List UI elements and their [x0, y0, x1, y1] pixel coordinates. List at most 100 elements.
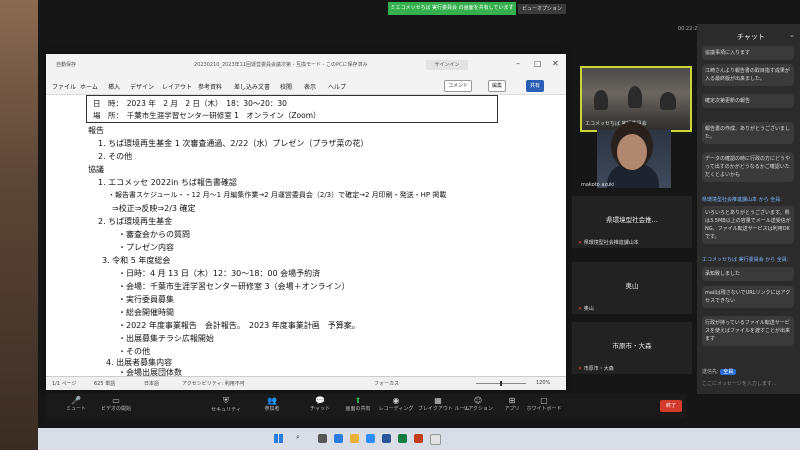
zoom-app-icon[interactable]: [366, 434, 375, 443]
autosave-toggle[interactable]: 自動保存: [56, 61, 76, 68]
video-tile-makoto[interactable]: makoto azuki: [581, 130, 671, 188]
doc-line: 協議: [88, 165, 104, 174]
edit-mode-button[interactable]: 編集: [488, 80, 507, 92]
chat-message: 協議事項に入ります: [702, 46, 794, 60]
chat-message: データの確認の時に行政の方にどうやって出すのかがどうなるかご確認いただくとよいか…: [702, 152, 794, 182]
participant-figure: [628, 86, 642, 108]
doc-line: 報告: [88, 126, 104, 135]
signin-button[interactable]: サインイン: [426, 60, 468, 70]
explorer-icon[interactable]: [350, 434, 359, 443]
chat-recipient[interactable]: 送信先: 全員: [702, 368, 737, 375]
doc-line: ・出展募集チラシ広報開始: [118, 334, 214, 343]
doc-line: ・会場：千葉市生涯学習センター研修室 3（会場＋オンライン）: [118, 282, 350, 291]
share-screen-button[interactable]: ⬆ 画面の共有: [338, 396, 378, 412]
datetime-row: 日 時： 2023 年 2 月 2 日（木） 18：30～20：30: [93, 99, 287, 108]
search-icon[interactable]: ⌕: [296, 433, 300, 442]
excel-app-icon[interactable]: [398, 434, 407, 443]
meeting-info-table: 日 時： 2023 年 2 月 2 日（木） 18：30～20：30 場 所： …: [86, 95, 498, 123]
shield-icon: ⛨: [223, 396, 229, 405]
chat-sender: エコメッセちば 実行委員会 から 全員:: [702, 257, 789, 263]
doc-line: 1. ちば環境再生基金 1 次審査通過、2/22（水）プレゼン（プラザ菜の花）: [98, 139, 369, 148]
chat-button[interactable]: 💬 チャット: [300, 396, 340, 412]
task-view-icon[interactable]: [318, 434, 327, 443]
document-title: 20230210_2023年11回運営委員会議次第 - 互換モード - このPC…: [194, 62, 368, 68]
chat-message: 報告書の作成、ありがとうございました。: [702, 122, 794, 144]
participant-tile-yamamoto[interactable]: 県環境型社会推... ✕ 県環境型社会推進課山本: [572, 196, 692, 248]
meeting-toolbar: 🎤 ミュート ▭ ビデオの開始 ⛨ セキュリティ 👥 参加者 💬 チャット ⬆ 画面の共有 …: [46, 394, 686, 418]
chat-message: mailは残さないでURLリンクにはアクセスできない: [702, 286, 794, 308]
share-screen-icon: ⬆: [354, 396, 362, 405]
mute-button[interactable]: 🎤 ミュート: [56, 396, 96, 412]
powerpoint-app-icon[interactable]: [414, 434, 423, 443]
view-option-button[interactable]: ビューオプション: [518, 4, 566, 14]
chat-panel: チャット ⌄ 協議事項に入ります 江崎さんより報告書の取目指す成果が入る最終版が…: [697, 24, 800, 394]
participant-name: ✕ 奥山: [578, 306, 594, 312]
close-icon[interactable]: ✕: [552, 59, 559, 68]
tab-help[interactable]: ヘルプ: [328, 82, 346, 91]
accessibility[interactable]: アクセシビリティ: 利用不可: [182, 380, 245, 387]
tab-view[interactable]: 表示: [304, 82, 316, 91]
chat-message: 行政が持っているファイル転送サービスを使えばファイルを渡すことが出来ます: [702, 316, 794, 346]
participant-name: makoto azuki: [581, 182, 615, 188]
tab-home[interactable]: ホーム: [80, 82, 98, 91]
record-button[interactable]: ◉ レコーディング: [376, 396, 416, 412]
page-count[interactable]: 1/1 ページ: [52, 380, 77, 387]
word-statusbar: 1/1 ページ 625 単語 日本語 アクセシビリティ: 利用不可 フォーカス …: [46, 376, 566, 390]
tab-insert[interactable]: 挿入: [108, 82, 120, 91]
microphone-icon: 🎤: [71, 396, 81, 405]
security-button[interactable]: ⛨ セキュリティ: [206, 396, 246, 413]
tab-layout[interactable]: レイアウト: [162, 82, 192, 91]
focus-mode[interactable]: フォーカス: [374, 380, 399, 387]
document-page[interactable]: 日 時： 2023 年 2 月 2 日（木） 18：30～20：30 場 所： …: [46, 95, 566, 376]
tab-references[interactable]: 参考資料: [198, 82, 222, 91]
zoom-level[interactable]: 120%: [536, 380, 550, 386]
participant-big-name: 県環境型社会推...: [606, 216, 658, 224]
windows-start-icon[interactable]: [274, 434, 283, 443]
whiteboard-button[interactable]: ▢ ホワイトボード: [524, 396, 564, 412]
chat-message: 江崎さんより報告書の取目指す成果が入る最終版が出来ました。: [702, 64, 794, 86]
participant-tile-okuyama[interactable]: 奥山 ✕ 奥山: [572, 262, 692, 314]
chrome-icon[interactable]: [430, 434, 441, 445]
recipient-dropdown[interactable]: 全員: [720, 369, 737, 375]
end-meeting-button[interactable]: 終了: [660, 400, 682, 412]
doc-line: ・会場出展団体数: [118, 368, 182, 376]
tab-mailings[interactable]: 差し込み文書: [234, 82, 270, 91]
doc-line: ・2022 年度事業報告 会計報告。 2023 年度事業計画 予算案。: [118, 321, 360, 330]
chat-message: 確定次第更新の報告: [702, 94, 794, 108]
whiteboard-icon: ▢: [540, 396, 548, 405]
participant-name: エコメッセちば 実行委員会: [585, 121, 647, 127]
video-tile-venue[interactable]: エコメッセちば 実行委員会: [580, 66, 692, 132]
tab-file[interactable]: ファイル: [52, 82, 76, 91]
mic-muted-icon: ✕: [578, 366, 583, 372]
chat-message: 承知致しました: [702, 267, 794, 281]
share-button[interactable]: 共有: [526, 80, 545, 92]
close-icon[interactable]: ⌄: [789, 31, 795, 39]
record-icon: ◉: [392, 396, 400, 405]
word-count[interactable]: 625 単語: [94, 380, 115, 387]
word-app-icon[interactable]: [382, 434, 391, 443]
maximize-icon[interactable]: □: [534, 59, 542, 68]
participant-face: [617, 134, 647, 170]
doc-line: 3. 令和 5 年度総会: [102, 256, 171, 265]
zoom-slider[interactable]: [476, 381, 526, 386]
participant-figure: [660, 92, 676, 110]
language[interactable]: 日本語: [144, 380, 159, 387]
participant-big-name: 市原市・大森: [612, 342, 652, 350]
participant-figure: [594, 90, 608, 110]
doc-line: ・実行委員募集: [118, 295, 174, 304]
doc-line: ・プレゼン内容: [118, 243, 174, 252]
minimize-icon[interactable]: –: [516, 59, 520, 68]
doc-line: ・その他: [118, 347, 150, 356]
participant-tile-ichihara[interactable]: 市原市・大森 ✕ 市原市・大森: [572, 322, 692, 374]
comment-button[interactable]: コメント: [444, 80, 473, 92]
participants-button[interactable]: 👥 参加者: [252, 396, 292, 412]
start-video-button[interactable]: ▭ ビデオの開始: [96, 396, 136, 412]
tab-review[interactable]: 校閲: [280, 82, 292, 91]
chat-input[interactable]: ここにメッセージを入力します...: [702, 380, 794, 387]
tab-design[interactable]: デザイン: [130, 82, 154, 91]
doc-line: ・報告書スケジュール・・12 月～1 月編集作業→2 月運営委員会（2/3）で確…: [108, 191, 447, 199]
breakout-rooms-button[interactable]: ▦ ブレイクアウト ルーム: [418, 396, 469, 412]
edge-icon[interactable]: [334, 434, 343, 443]
ribbon-tabs: ファイル ホーム 挿入 デザイン レイアウト 参考資料 差し込み文書 校閲 表示…: [46, 76, 566, 95]
participant-name: ✕ 県環境型社会推進課山本: [578, 240, 639, 246]
